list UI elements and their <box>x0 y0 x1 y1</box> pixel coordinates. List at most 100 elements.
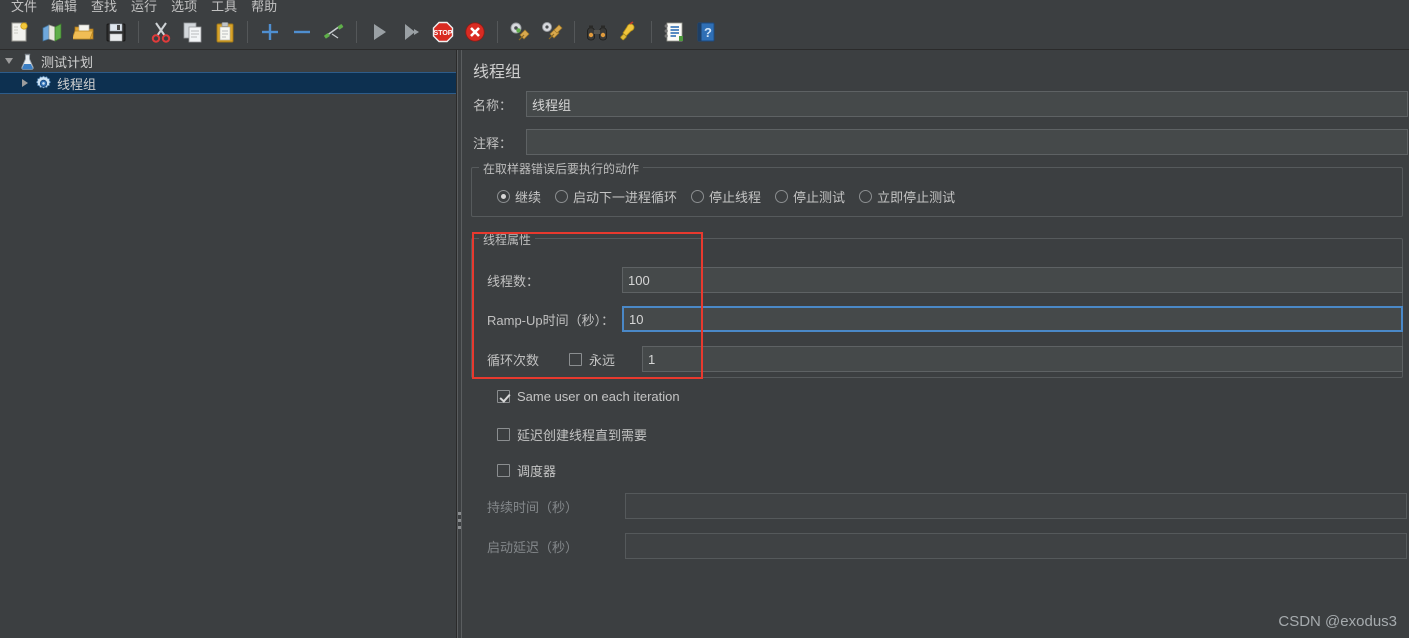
start-no-pauses-button[interactable] <box>396 17 426 47</box>
start-no-pauses-icon <box>405 23 419 40</box>
start-icon <box>374 23 386 40</box>
loop-count-input[interactable] <box>642 346 1403 372</box>
new-file-icon <box>11 21 28 41</box>
expand-toggle-test-plan[interactable] <box>2 54 16 68</box>
toggle-button[interactable] <box>319 17 349 47</box>
chevron-down-icon <box>5 58 13 64</box>
thread-count-input[interactable] <box>622 267 1403 293</box>
reset-search-button[interactable] <box>614 17 644 47</box>
search-button[interactable] <box>582 17 612 47</box>
thread-count-row: 线程数： <box>487 267 1403 293</box>
clear-button[interactable] <box>505 17 535 47</box>
save-button[interactable] <box>101 17 131 47</box>
chevron-right-icon <box>22 79 28 87</box>
scheduler-checkbox[interactable]: 调度器 <box>497 461 556 480</box>
same-user-label: Same user on each iteration <box>517 389 680 404</box>
radio-label: 停止线程 <box>709 190 762 205</box>
startup-delay-input[interactable] <box>625 533 1407 559</box>
search-binoculars-icon <box>587 25 607 40</box>
toolbar-separator <box>651 20 652 43</box>
tree-node-test-plan[interactable]: 测试计划 <box>0 50 456 72</box>
expand-plus-icon <box>262 23 278 40</box>
forever-label: 永远 <box>589 352 616 368</box>
clear-icon <box>510 22 530 40</box>
tree-node-thread-group[interactable]: 线程组 <box>0 72 456 94</box>
expand-button[interactable] <box>255 17 285 47</box>
copy-button[interactable] <box>178 17 208 47</box>
radio-mark-icon <box>497 190 510 203</box>
divider-line-left <box>457 50 458 638</box>
radio-stop-thread[interactable]: 停止线程 <box>691 187 761 206</box>
radio-mark-icon <box>775 190 789 203</box>
radio-start-next-loop[interactable]: 启动下一进程循环 <box>555 187 677 206</box>
expand-toggle-thread-group[interactable] <box>18 76 32 90</box>
thread-group-icon <box>36 75 51 88</box>
name-input[interactable] <box>526 91 1408 117</box>
menu-options[interactable]: 选项 <box>164 0 204 14</box>
menu-file[interactable]: 文件 <box>4 0 44 14</box>
menu-run[interactable]: 运行 <box>124 0 164 14</box>
help-button[interactable]: ? <box>691 17 721 47</box>
divider-grip-icon[interactable] <box>458 512 461 533</box>
shutdown-button[interactable] <box>460 17 490 47</box>
menu-edit[interactable]: 编辑 <box>44 0 84 14</box>
paste-button[interactable] <box>210 17 240 47</box>
ramp-up-input[interactable] <box>622 306 1403 332</box>
collapse-minus-icon <box>294 30 310 33</box>
forever-checkbox[interactable]: 永远 <box>569 350 642 369</box>
loop-count-row: 循环次数 永远 <box>487 346 1403 372</box>
help-icon: ? <box>697 22 715 41</box>
error-action-group-title: 在取样器错误后要执行的动作 <box>479 160 644 177</box>
templates-button[interactable] <box>37 17 67 47</box>
radio-stop-test[interactable]: 停止测试 <box>775 187 845 206</box>
toolbar-separator <box>247 20 248 43</box>
stop-button[interactable]: STOP <box>428 17 458 47</box>
start-button[interactable] <box>364 17 394 47</box>
main-toolbar: STOP ? <box>0 14 1409 50</box>
duration-label: 持续时间（秒） <box>487 499 579 515</box>
svg-text:?: ? <box>704 25 712 40</box>
paste-icon <box>216 21 234 42</box>
duration-input[interactable] <box>625 493 1407 519</box>
tree-node-label: 测试计划 <box>41 54 94 70</box>
radio-stop-test-now[interactable]: 立即停止测试 <box>859 187 955 206</box>
delayed-start-checkbox[interactable]: 延迟创建线程直到需要 <box>497 425 647 444</box>
duration-row: 持续时间（秒） <box>487 493 1407 519</box>
radio-continue[interactable]: 继续 <box>497 187 541 206</box>
clear-all-icon <box>542 21 563 39</box>
cut-button[interactable] <box>146 17 176 47</box>
test-plan-tree[interactable]: 测试计划 线程组 <box>0 50 457 638</box>
toolbar-separator <box>497 20 498 43</box>
watermark: CSDN @exodus3 <box>1278 613 1397 630</box>
ramp-up-label: Ramp-Up时间（秒）： <box>487 312 615 328</box>
clear-all-button[interactable] <box>537 17 567 47</box>
startup-delay-label: 启动延迟（秒） <box>487 539 579 555</box>
tree-node-label: 线程组 <box>57 76 97 92</box>
comment-input[interactable] <box>526 129 1408 155</box>
scheduler-label: 调度器 <box>517 464 557 479</box>
new-file-button[interactable] <box>5 17 35 47</box>
checkbox-mark-icon <box>497 428 510 441</box>
templates-icon <box>42 22 62 42</box>
same-user-checkbox[interactable]: Same user on each iteration <box>497 389 680 404</box>
menu-tools[interactable]: 工具 <box>204 0 244 14</box>
radio-mark-icon <box>555 190 569 203</box>
menu-help[interactable]: 帮助 <box>244 0 284 14</box>
startup-delay-row: 启动延迟（秒） <box>487 533 1407 559</box>
comment-row: 注释： <box>473 129 1409 155</box>
checkbox-mark-icon <box>497 390 510 403</box>
open-button[interactable] <box>69 17 99 47</box>
thread-properties-group-title: 线程属性 <box>479 231 536 248</box>
menu-bar: 文件 编辑 查找 运行 选项 工具 帮助 <box>0 0 1409 14</box>
menu-search[interactable]: 查找 <box>84 0 124 14</box>
collapse-button[interactable] <box>287 17 317 47</box>
name-row: 名称： <box>473 91 1409 117</box>
open-folder-icon <box>73 24 94 39</box>
log-viewer-button[interactable] <box>659 17 689 47</box>
toolbar-separator <box>356 20 357 43</box>
copy-icon <box>183 22 202 42</box>
log-viewer-icon <box>664 22 683 41</box>
divider-line-right <box>461 50 462 638</box>
radio-label: 启动下一进程循环 <box>573 190 678 205</box>
shutdown-icon <box>465 21 485 42</box>
